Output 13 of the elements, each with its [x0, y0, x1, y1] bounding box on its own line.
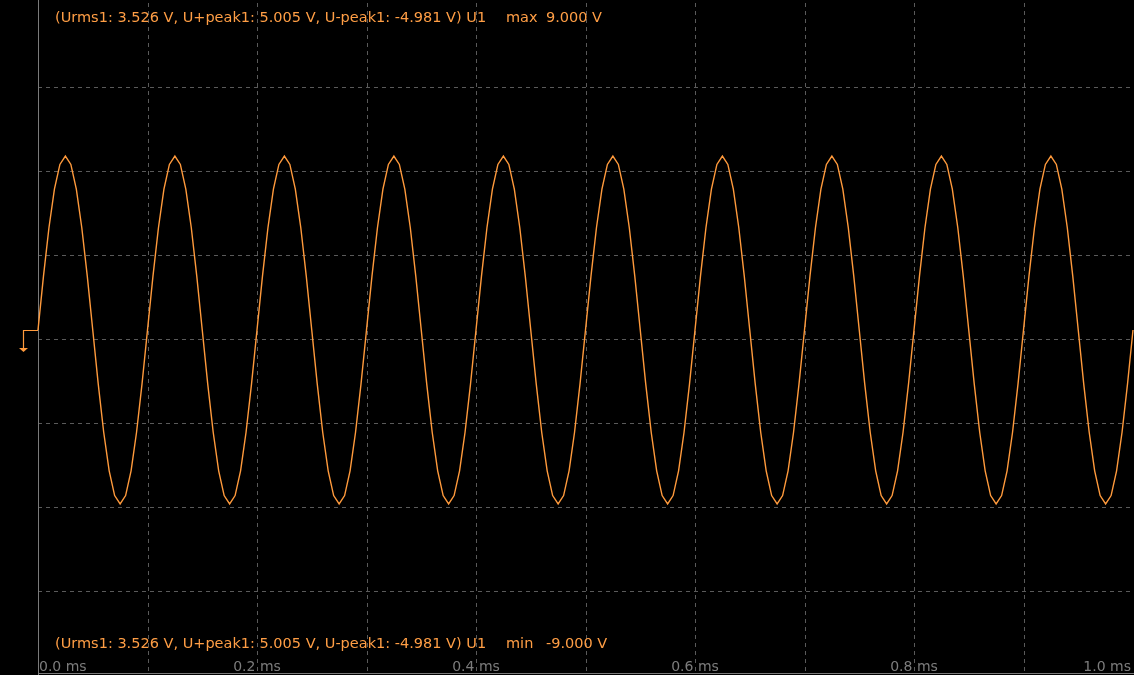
axis-tick-label: 0.0 ms [39, 658, 87, 674]
axis-tick-label: 0.6 ms [671, 658, 719, 674]
axis-tick-label: 0.4 ms [452, 658, 500, 674]
axis-tick-label: 0.8 ms [890, 658, 938, 674]
axis-tick-label: -9.000 V [546, 635, 608, 651]
limit-caption: max [506, 9, 538, 25]
axis-tick-label: 1.0 ms [1083, 658, 1131, 674]
axis-tick-label: 0.2 ms [233, 658, 281, 674]
trigger-marker-icon [19, 329, 39, 352]
axis-tick-label: 9.000 V [546, 9, 603, 25]
measurement-readout: (Urms1: 3.526 V, U+peak1: 5.005 V, U-peak1: -4.981 V) U1 [55, 635, 487, 651]
measurement-readout: (Urms1: 3.526 V, U+peak1: 5.005 V, U-peak1: -4.981 V) U1 [55, 9, 487, 25]
limit-caption: min [506, 635, 534, 651]
